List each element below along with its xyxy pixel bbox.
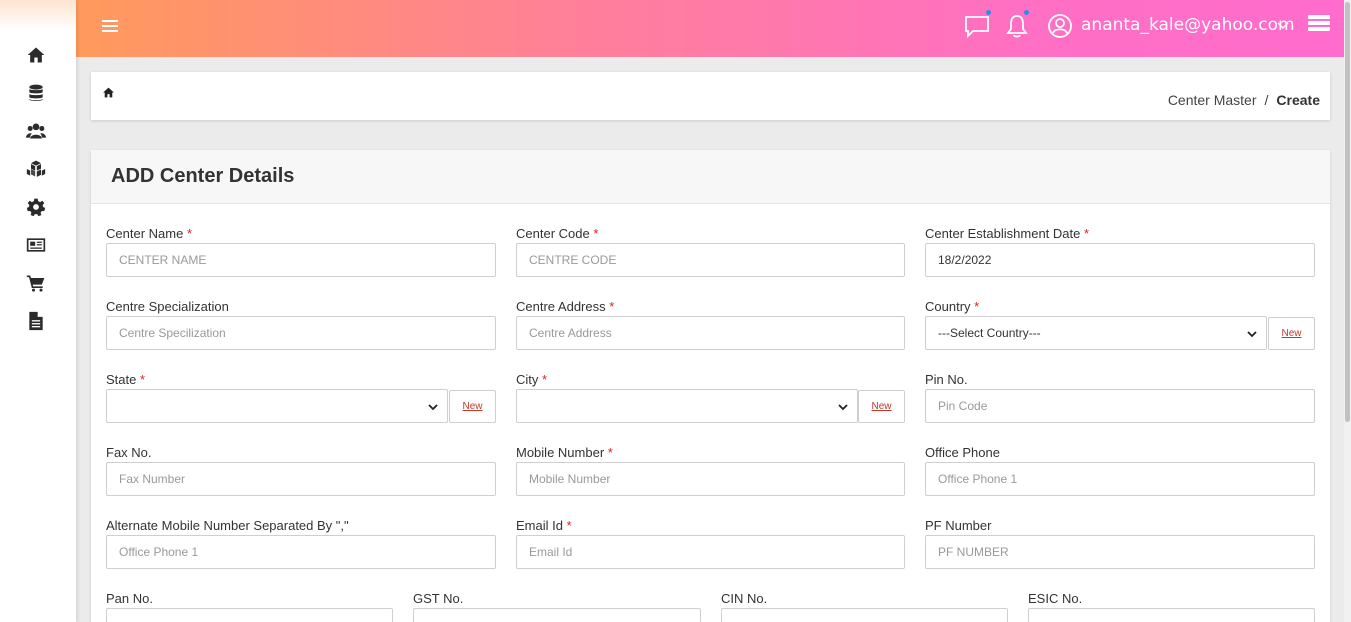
esic-label: ESIC No. <box>1028 591 1083 606</box>
breadcrumb-current: Create <box>1276 92 1320 108</box>
mobile-label: Mobile Number * <box>516 445 613 460</box>
fax-label: Fax No. <box>106 445 152 460</box>
center-name-input[interactable]: CENTER NAME <box>106 243 496 277</box>
home-icon[interactable] <box>24 43 48 67</box>
country-select[interactable]: ---Select Country--- <box>925 316 1267 350</box>
pin-label: Pin No. <box>925 372 968 387</box>
email-label: Email Id * <box>516 518 572 533</box>
hamburger-icon[interactable] <box>102 20 118 34</box>
users-icon[interactable] <box>24 119 48 143</box>
alt-mobile-label: Alternate Mobile Number Separated By "," <box>106 518 349 533</box>
country-select-value: ---Select Country--- <box>938 326 1041 340</box>
esic-input[interactable] <box>1028 608 1315 622</box>
bell-icon[interactable] <box>1003 12 1031 40</box>
chat-notification-dot <box>986 10 991 15</box>
specialization-label: Centre Specialization <box>106 299 229 314</box>
office-phone-label: Office Phone <box>925 445 1000 460</box>
page-scrollbar[interactable] <box>1344 0 1351 622</box>
new-state-button[interactable]: New <box>449 390 496 423</box>
alt-mobile-input[interactable]: Office Phone 1 <box>106 535 496 569</box>
scrollbar-thumb[interactable] <box>1345 2 1350 422</box>
cin-label: CIN No. <box>721 591 768 606</box>
sidebar <box>0 0 76 622</box>
breadcrumb-separator: / <box>1264 92 1269 108</box>
mobile-input[interactable]: Mobile Number <box>516 462 905 496</box>
bell-notification-dot <box>1024 10 1029 15</box>
pf-label: PF Number <box>925 518 992 533</box>
cubes-icon[interactable] <box>24 157 48 181</box>
country-label: Country * <box>925 299 980 314</box>
establishment-date-input[interactable]: 18/2/2022 <box>925 243 1315 277</box>
new-country-button[interactable]: New <box>1268 317 1315 350</box>
center-form: ADD Center Details Center Name * CENTER … <box>91 150 1330 622</box>
top-header: ananta_kale@yahoo.com <box>76 0 1344 57</box>
breadcrumb-parent[interactable]: Center Master <box>1168 92 1257 108</box>
user-circle-icon[interactable] <box>1046 12 1074 40</box>
new-city-button[interactable]: New <box>858 390 905 423</box>
database-icon[interactable] <box>24 81 48 105</box>
state-label: State * <box>106 372 146 387</box>
state-select[interactable] <box>106 389 448 423</box>
address-label: Centre Address * <box>516 299 615 314</box>
center-name-label: Center Name * <box>106 226 192 241</box>
form-title: ADD Center Details <box>111 165 295 187</box>
user-email[interactable]: ananta_kale@yahoo.com <box>1081 15 1295 35</box>
pin-input[interactable]: Pin Code <box>925 389 1315 423</box>
chat-icon[interactable] <box>963 12 991 40</box>
form-header: ADD Center Details <box>91 150 1330 204</box>
gst-label: GST No. <box>413 591 464 606</box>
cart-icon[interactable] <box>24 271 48 295</box>
city-select[interactable] <box>516 389 858 423</box>
menu-grid-icon[interactable] <box>1308 15 1330 33</box>
office-phone-input[interactable]: Office Phone 1 <box>925 462 1315 496</box>
chevron-down-icon[interactable] <box>1276 18 1290 32</box>
pan-label: Pan No. <box>106 591 153 606</box>
pan-input[interactable] <box>106 608 393 622</box>
chevron-down-icon <box>428 404 438 411</box>
chevron-down-icon <box>1247 331 1257 338</box>
establishment-date-label: Center Establishment Date * <box>925 226 1090 241</box>
breadcrumb: Center Master / Create <box>1168 92 1320 108</box>
specialization-input[interactable]: Centre Specilization <box>106 316 496 350</box>
chevron-down-icon <box>838 404 848 411</box>
gst-input[interactable] <box>413 608 701 622</box>
center-code-input[interactable]: CENTRE CODE <box>516 243 905 277</box>
fax-input[interactable]: Fax Number <box>106 462 496 496</box>
newspaper-icon[interactable] <box>24 233 48 257</box>
pf-input[interactable]: PF NUMBER <box>925 535 1315 569</box>
breadcrumb-card: Center Master / Create <box>91 72 1330 120</box>
sidebar-top-fade <box>0 0 76 30</box>
breadcrumb-home-icon[interactable] <box>102 86 115 99</box>
center-code-label: Center Code * <box>516 226 599 241</box>
email-input[interactable]: Email Id <box>516 535 905 569</box>
address-input[interactable]: Centre Address <box>516 316 905 350</box>
city-label: City * <box>516 372 548 387</box>
document-icon[interactable] <box>24 309 48 333</box>
cin-input[interactable] <box>721 608 1008 622</box>
gear-icon[interactable] <box>24 195 48 219</box>
